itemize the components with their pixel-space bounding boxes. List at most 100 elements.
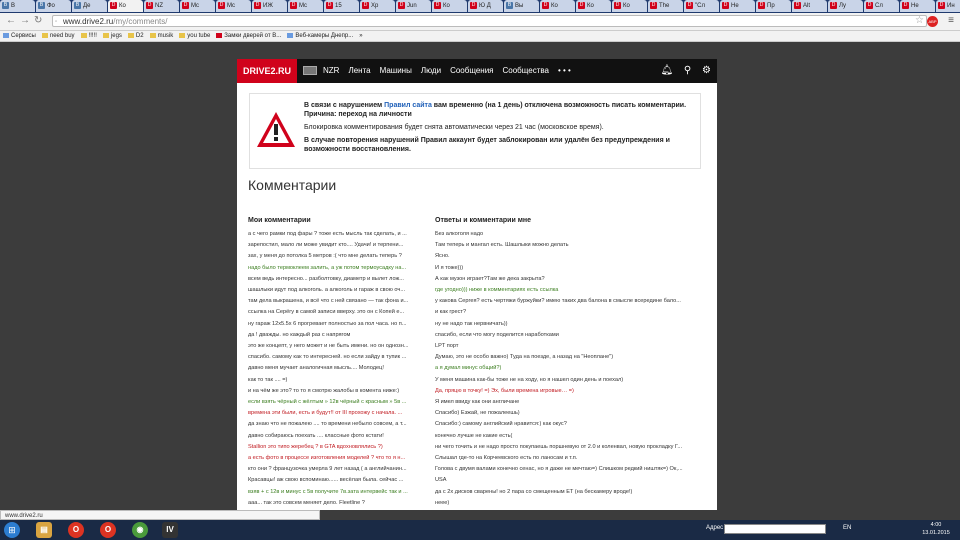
reply-item[interactable]: ну не надо так нервничать)) [435, 319, 701, 330]
browser-tab[interactable]: D Jun [396, 0, 431, 12]
my-comment-item[interactable]: если взять чёрный с жёлтым » 12в чёрный … [248, 397, 428, 408]
browser-tab[interactable]: DЮ Д [468, 0, 503, 12]
reply-item[interactable]: конечно лучше не какие есть( [435, 431, 701, 442]
forward-arrow-icon[interactable]: → [20, 15, 30, 27]
reply-item[interactable]: Ну, так то да… Надо будет как то подъеха… [435, 509, 701, 510]
bookmark-star-icon[interactable]: ☆ [915, 15, 924, 26]
my-comment-item[interactable]: взяв + с 12в и минус с 5в получите 7в.за… [248, 487, 428, 498]
reply-item[interactable]: А как музон играет?Там же дека закрыта? [435, 274, 701, 285]
reply-item[interactable]: Я имел ввиду как они англичане [435, 397, 701, 408]
reply-item[interactable]: У меня машина как-бы тоже не на ходу, но… [435, 375, 701, 386]
bookmark-item[interactable]: musik [149, 31, 173, 41]
opera-icon-2[interactable]: O [100, 522, 116, 538]
my-comment-item[interactable]: времена эти были, есть и будут!! от III … [248, 408, 428, 419]
reply-item[interactable]: и как грест? [435, 307, 701, 318]
reply-item[interactable]: Да, пряцю в точку! =) Эх, были времена и… [435, 386, 701, 397]
my-comment-item[interactable]: всем ведь интересно... разболтовку, диам… [248, 274, 428, 285]
nav-item[interactable]: Сообщества [503, 59, 549, 83]
bookmark-item[interactable]: D2 [127, 31, 144, 41]
my-comment-item[interactable]: спасибо. самому как то интересней. но ес… [248, 352, 428, 363]
browser-tab[interactable]: D "Сл [684, 0, 719, 12]
language-indicator[interactable]: EN [843, 525, 851, 531]
gta-iv-icon[interactable]: IV [162, 522, 178, 538]
browser-tab[interactable]: D Пр [756, 0, 791, 12]
reply-item[interactable]: ни чего точить и не надо просто покупаеш… [435, 442, 701, 453]
reply-item[interactable]: неее) [435, 498, 701, 509]
browser-tab[interactable]: D Не [720, 0, 755, 12]
browser-tab[interactable]: D Ко [612, 0, 647, 12]
url-bar[interactable]: ▫ www.drive2.ru/my/comments/ [52, 15, 927, 27]
bookmark-item[interactable]: you tube [179, 31, 210, 41]
browser-tab[interactable]: D Ко [108, 0, 143, 12]
my-comment-item[interactable]: и на чём же это? то то я смотрю жалобы в… [248, 386, 428, 397]
my-comment-item[interactable]: а есть фото в процессе изготовления моде… [248, 453, 428, 464]
bookmark-item[interactable]: Веб-камеры Днепр... [287, 31, 353, 41]
my-comment-item[interactable]: это же концепт, у него может и не быть и… [248, 341, 428, 352]
my-comment-item[interactable]: кто они ? французочка умерла 9 лет назад… [248, 464, 428, 475]
browser-tab[interactable]: D Ко [540, 0, 575, 12]
chrome-icon[interactable]: ◉ [132, 522, 148, 538]
bookmark-item[interactable]: jegs [102, 31, 122, 41]
my-comment-item[interactable]: давно меня мучает аналогичная мысль.... … [248, 363, 428, 374]
nav-item[interactable]: • • • [558, 59, 571, 83]
reply-item[interactable]: Спасибо) Езжай, не пожалеешь) [435, 408, 701, 419]
nav-item[interactable]: Люди [421, 59, 441, 83]
my-comment-item[interactable]: зарепостил, мало ли може увидит кто.... … [248, 240, 428, 251]
browser-tab[interactable]: D ИЖ [252, 0, 287, 12]
browser-tab[interactable]: D Сл [864, 0, 899, 12]
browser-tab[interactable]: BВ [0, 0, 35, 12]
reply-item[interactable]: а я думал минус общий?) [435, 363, 701, 374]
site-logo[interactable]: DRIVE2.RU [237, 59, 297, 83]
my-comment-item[interactable]: Stallion это типо жеребец ? в GTA вдохно… [248, 442, 428, 453]
my-comment-item[interactable]: ааа... так это совсем меняет дело. Fleet… [248, 498, 428, 509]
browser-tab[interactable]: B Вы [504, 0, 539, 12]
browser-tab[interactable]: D Ин [936, 0, 960, 12]
browser-tab[interactable]: D NZ [144, 0, 179, 12]
reply-item[interactable]: у какова Сергея? есть чертяжи буржуйки? … [435, 296, 701, 307]
browser-tab[interactable]: D Хр [360, 0, 395, 12]
reply-item[interactable]: Без алкоголя надо [435, 229, 701, 240]
reply-item[interactable]: Думаю, это не особо важно) Туда на поезд… [435, 352, 701, 363]
nav-item[interactable]: Сообщения [450, 59, 493, 83]
reply-item[interactable]: Спасибо:) самому английский нравится:) к… [435, 419, 701, 430]
bookmark-item[interactable]: Замки дверей от В... [216, 31, 281, 41]
browser-tab[interactable]: D Alt [792, 0, 827, 12]
reply-item[interactable]: спасибо, если что могу поделится наработ… [435, 330, 701, 341]
browser-tab[interactable]: B Фо [36, 0, 71, 12]
browser-tab[interactable]: D 15 [324, 0, 359, 12]
browser-tab[interactable]: D Лу [828, 0, 863, 12]
address-toolbar-input[interactable] [724, 524, 826, 534]
my-comment-item[interactable]: Красавцы! аж свою вспоминаю...... весёла… [248, 475, 428, 486]
reply-item[interactable]: Там теперь и мангал есть. Шашлыки можно … [435, 240, 701, 251]
reload-icon[interactable]: ↻ [34, 15, 42, 27]
browser-tab[interactable]: D Ко [576, 0, 611, 12]
menu-icon[interactable]: ≡ [948, 15, 954, 26]
browser-tab[interactable]: D Ко [432, 0, 467, 12]
browser-tab[interactable]: D Mc [180, 0, 215, 12]
reply-item[interactable]: USA [435, 475, 701, 486]
my-comment-item[interactable]: давно собираюсь поехать .... классные фо… [248, 431, 428, 442]
bell-icon[interactable]: 🔔︎ [660, 65, 673, 76]
my-comment-item[interactable]: шашлыки идут под алкоголь. а алкоголь и … [248, 285, 428, 296]
bookmark-item[interactable]: need buy [41, 31, 75, 41]
reply-item[interactable]: И я тоже))) [435, 263, 701, 274]
nav-item[interactable]: Лента [348, 59, 370, 83]
back-arrow-icon[interactable]: ← [6, 15, 16, 27]
my-comment-item[interactable]: да знаю что не пожалею .... то времени н… [248, 419, 428, 430]
reply-item[interactable]: Ясно. [435, 251, 701, 262]
reply-item[interactable]: LPT порт [435, 341, 701, 352]
explorer-icon[interactable]: ▤ [36, 522, 52, 538]
start-button[interactable]: ⊞ [4, 522, 20, 538]
bookmark-item[interactable]: !!!!! [80, 31, 97, 41]
nav-item[interactable]: Машины [380, 59, 412, 83]
my-comment-item[interactable]: как то так .... =) [248, 375, 428, 386]
reply-item[interactable]: Голова с двумя валами конечно сенас, но … [435, 464, 701, 475]
my-comment-item[interactable]: ссылка на Серёгу в самой записи вверху. … [248, 307, 428, 318]
nav-item[interactable]: NZR [323, 59, 339, 83]
browser-tab[interactable]: D The [648, 0, 683, 12]
browser-tab[interactable]: D Не [900, 0, 935, 12]
my-comment-item[interactable]: зах, у меня до потолка 5 метров :( что м… [248, 251, 428, 262]
clock[interactable]: 4:00 13.01.2015 [916, 521, 956, 537]
bookmark-item[interactable]: Сервисы [3, 31, 36, 41]
my-comment-item[interactable]: а с чего рамки под фары ? тоже есть мысл… [248, 229, 428, 240]
